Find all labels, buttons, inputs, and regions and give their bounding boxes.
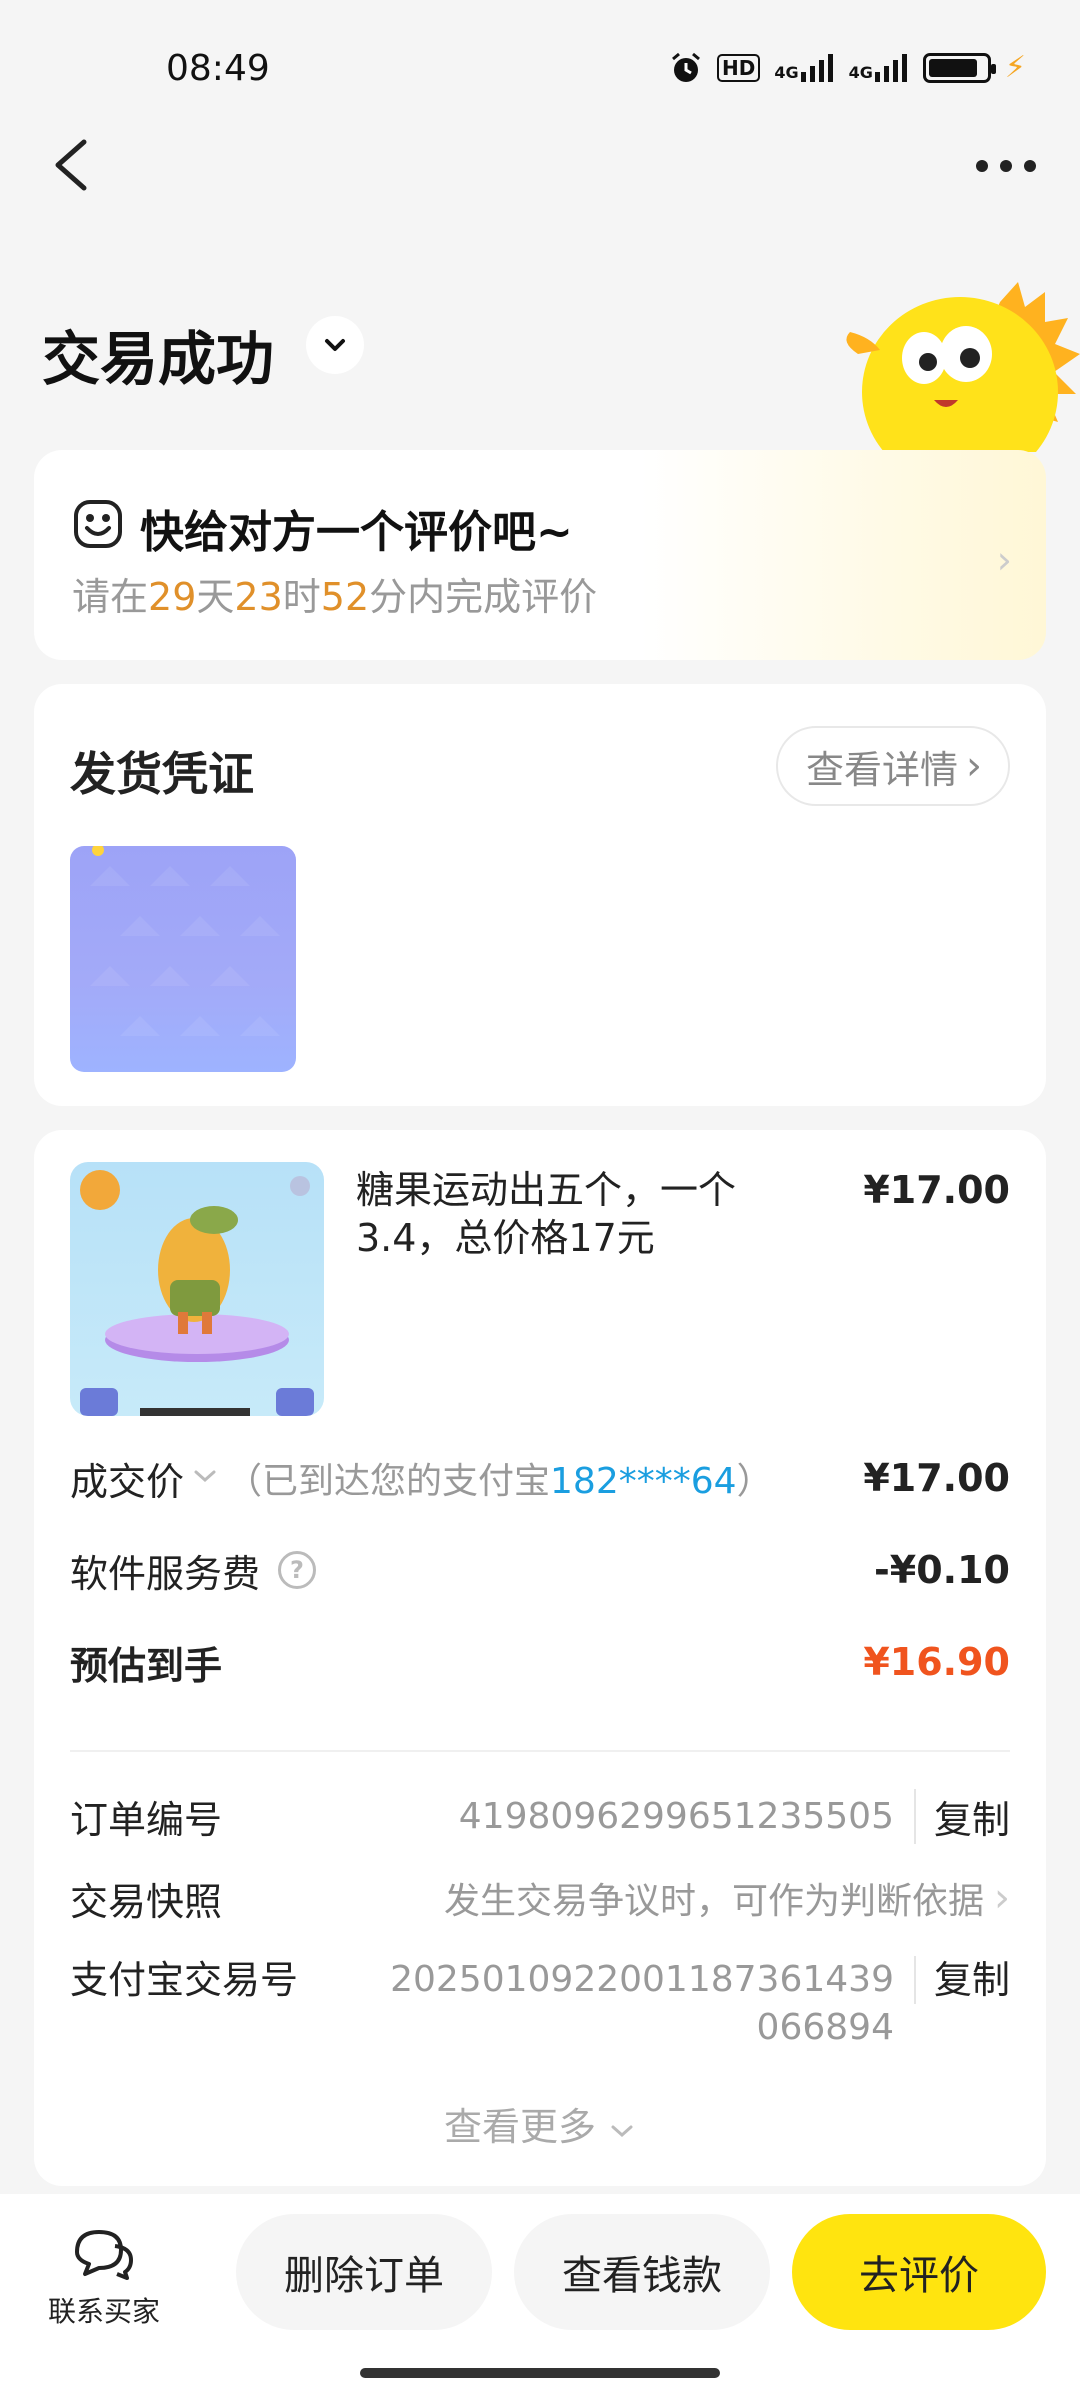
- estimated-value: ¥16.90: [863, 1640, 1010, 1684]
- title-dropdown-button[interactable]: [306, 316, 364, 374]
- proof-image[interactable]: [70, 846, 296, 1072]
- service-fee-row: 软件服务费 ? -¥0.10: [70, 1548, 1010, 1596]
- home-indicator[interactable]: [360, 2368, 720, 2378]
- product-name: 糖果运动出五个，一个3.4，总价格17元: [356, 1168, 737, 1260]
- status-time: 08:49: [166, 48, 270, 89]
- snapshot-row[interactable]: 交易快照 发生交易争议时，可作为判断依据 ›: [70, 1868, 1010, 1928]
- snapshot-hint: 发生交易争议时，可作为判断依据: [443, 1881, 984, 1922]
- chevron-right-icon: ›: [994, 1875, 1010, 1921]
- hd-icon: HD: [717, 53, 761, 82]
- order-number-row: 订单编号 4198096299651235505 复制: [70, 1786, 1010, 1846]
- alipay-trade-number: 2025010922001187361439 066894: [390, 1959, 894, 2048]
- smiley-icon: [74, 500, 122, 548]
- chevron-down-icon: [611, 2125, 633, 2138]
- proof-title: 发货凭证: [70, 747, 254, 801]
- page-title: 交易成功: [42, 325, 275, 393]
- chevron-down-icon[interactable]: [192, 1467, 218, 1489]
- fish-mascot-icon: [846, 282, 1080, 452]
- shipping-proof-card: 发货凭证 查看详情 ›: [34, 684, 1046, 1106]
- see-more-button[interactable]: 查看更多: [34, 2096, 1046, 2151]
- bottom-action-bar: 联系买家 删除订单 查看钱款 去评价: [0, 2194, 1080, 2400]
- chevron-right-icon: ›: [996, 538, 1012, 582]
- deal-price: ¥17.00: [863, 1456, 1010, 1500]
- order-number: 4198096299651235505: [458, 1795, 894, 1837]
- contact-buyer-button[interactable]: 联系买家: [44, 2226, 164, 2330]
- delete-order-button[interactable]: 删除订单: [236, 2214, 492, 2330]
- pattern-decoration: [90, 846, 280, 1036]
- deal-price-row: 成交价 （已到达您的支付宝182****64） ¥17.00: [70, 1456, 1010, 1504]
- chat-icon: [75, 2230, 133, 2280]
- charging-icon: ⚡: [1004, 50, 1026, 85]
- product-image[interactable]: [70, 1162, 324, 1416]
- review-reminder-card[interactable]: 快给对方一个评价吧~ 请在29天23时52分内完成评价 ›: [34, 450, 1046, 660]
- view-money-button[interactable]: 查看钱款: [514, 2214, 770, 2330]
- battery-icon: [922, 52, 996, 83]
- alarm-icon: [672, 52, 701, 82]
- order-card: 糖果运动出五个，一个3.4，总价格17元 ¥17.00 成交价 （已到达您的支付…: [34, 1130, 1046, 2186]
- service-fee: -¥0.10: [874, 1548, 1010, 1592]
- status-icons: HD 4G 4G ⚡: [669, 50, 1026, 85]
- estimated-row: 预估到手 ¥16.90: [70, 1640, 1010, 1688]
- product-price: ¥17.00: [863, 1168, 1010, 1212]
- product-character-image: [80, 1170, 314, 1416]
- copy-order-number-button[interactable]: 复制: [913, 1788, 1010, 1844]
- 4g-signal-icon: 4G: [774, 53, 834, 82]
- view-details-button[interactable]: 查看详情 ›: [775, 726, 1010, 806]
- chevron-right-icon: ›: [966, 743, 982, 789]
- copy-alipay-trade-button[interactable]: 复制: [913, 1956, 1010, 2004]
- alipay-account: 182****64: [550, 1461, 737, 1502]
- divider: [70, 1750, 1010, 1752]
- chevron-down-icon: [325, 339, 345, 351]
- alipay-trade-row: 支付宝交易号 2025010922001187361439 066894 复制: [70, 1950, 1010, 2052]
- go-review-button[interactable]: 去评价: [792, 2214, 1046, 2330]
- more-dots-icon[interactable]: [976, 160, 1036, 172]
- review-title: 快给对方一个评价吧~: [140, 507, 573, 558]
- review-countdown: 请在29天23时52分内完成评价: [72, 575, 598, 619]
- chevron-left-icon[interactable]: [50, 138, 92, 192]
- 4g-signal-icon: 4G: [849, 53, 909, 82]
- help-icon[interactable]: ?: [278, 1551, 317, 1589]
